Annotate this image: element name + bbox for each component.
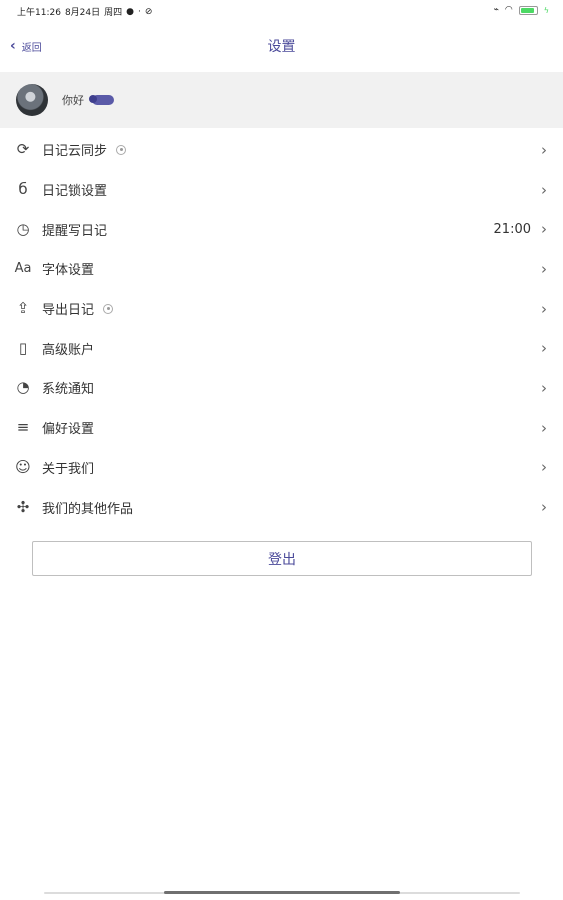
menu-item-label: 系统通知 — [42, 382, 95, 398]
logout-label: 登出 — [268, 551, 296, 568]
chevron-right-icon: › — [541, 140, 547, 159]
menu-item-label: 高级账户 — [42, 342, 95, 358]
status-time: 上午11:26 — [17, 8, 61, 18]
notification-icon: ● — [126, 6, 134, 17]
page-title: 设置 — [267, 39, 296, 55]
chevron-right-icon: › — [541, 259, 547, 278]
chevron-right-icon: › — [541, 339, 547, 358]
chevron-right-icon: › — [541, 378, 547, 397]
reminder-time-value: 21:00 — [493, 221, 531, 237]
apps-icon: ✣ — [16, 497, 30, 516]
menu-item-label: 提醒写日记 — [42, 223, 108, 239]
menu-item-label: 导出日记 — [42, 303, 95, 319]
chevron-right-icon: › — [541, 498, 547, 517]
status-right: ⌁ ◠ ϟ — [493, 5, 549, 15]
vip-icon: ▯ — [18, 338, 28, 357]
profile-name: 你好 — [62, 94, 84, 107]
wifi-icon: ◠ — [504, 5, 513, 15]
status-dot-icon — [116, 144, 127, 155]
battery-icon — [518, 5, 538, 15]
status-weekday: 周四 — [104, 8, 123, 18]
status-bar: 上午11:26 8月24日 周四 ● · ⊘ ⌁ ◠ ϟ — [0, 0, 563, 24]
menu-item-premium-account[interactable]: ▯ 高级账户 › — [0, 328, 563, 368]
profile-row[interactable]: 你好 — [0, 72, 563, 128]
dot-icon: · — [138, 6, 141, 17]
menu-item-label: 我们的其他作品 — [42, 501, 134, 517]
chevron-right-icon: › — [541, 299, 547, 318]
status-dot-icon — [103, 303, 114, 314]
menu-item-label: 字体设置 — [42, 263, 95, 279]
preferences-icon: ≡ — [16, 418, 30, 437]
app-icon: ⊘ — [144, 6, 153, 17]
menu-item-label: 日记云同步 — [42, 144, 108, 160]
menu-item-export[interactable]: ⇪ 导出日记 › — [0, 289, 563, 329]
bell-icon: ◔ — [16, 378, 30, 397]
chevron-right-icon: › — [541, 220, 547, 239]
menu-item-notifications[interactable]: ◔ 系统通知 › — [0, 368, 563, 408]
menu-item-label: 关于我们 — [42, 461, 95, 477]
navigation-bar: ‹ 返回 设置 — [0, 24, 563, 70]
lock-icon: б — [18, 180, 28, 199]
menu-item-font-settings[interactable]: Aa 字体设置 › — [0, 249, 563, 289]
cloud-sync-icon: ⟳ — [16, 140, 30, 159]
vip-badge-icon — [89, 95, 114, 105]
about-icon: ☺ — [15, 457, 31, 476]
menu-item-preferences[interactable]: ≡ 偏好设置 › — [0, 408, 563, 448]
menu-item-label: 偏好设置 — [42, 422, 95, 438]
avatar — [16, 84, 48, 116]
signal-icon: ⌁ — [493, 5, 499, 15]
status-left: 上午11:26 8月24日 周四 ● · ⊘ — [17, 5, 153, 19]
status-date: 8月24日 — [64, 8, 101, 18]
export-icon: ⇪ — [16, 299, 30, 318]
chevron-right-icon: › — [541, 180, 547, 199]
menu-item-cloud-sync[interactable]: ⟳ 日记云同步 › — [0, 130, 563, 170]
menu-item-about[interactable]: ☺ 关于我们 › — [0, 448, 563, 488]
home-indicator[interactable] — [164, 891, 400, 894]
menu-item-lock-settings[interactable]: б 日记锁设置 › — [0, 170, 563, 210]
charging-icon: ϟ — [543, 5, 549, 15]
font-icon: Aa — [14, 261, 32, 277]
logout-button[interactable]: 登出 — [32, 541, 532, 576]
chevron-right-icon: › — [541, 418, 547, 437]
menu-item-other-apps[interactable]: ✣ 我们的其他作品 › — [0, 487, 563, 527]
clock-icon: ◷ — [16, 219, 30, 238]
menu-item-reminder[interactable]: ◷ 提醒写日记 21:00 › — [0, 209, 563, 249]
chevron-right-icon: › — [541, 458, 547, 477]
menu-item-label: 日记锁设置 — [42, 184, 108, 200]
settings-list: ⟳ 日记云同步 › б 日记锁设置 › ◷ 提醒写日记 21:00 › Aa 字… — [0, 130, 563, 527]
